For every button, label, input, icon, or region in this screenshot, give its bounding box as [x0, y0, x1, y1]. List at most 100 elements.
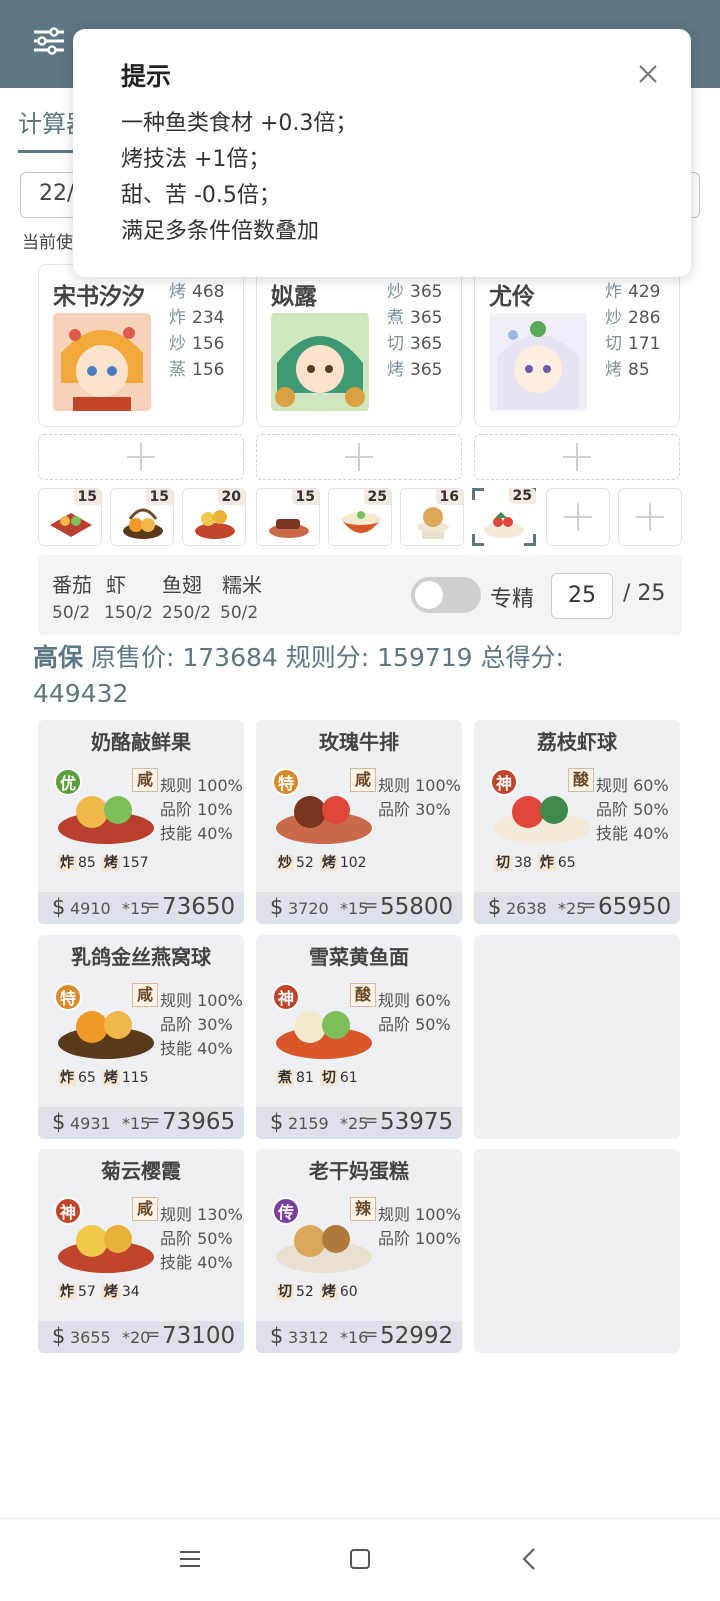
- recipe-taste-badge: 酸: [350, 983, 376, 1007]
- chef-portrait: [489, 313, 587, 411]
- specialize-label: 专精: [490, 587, 535, 612]
- dish-count: 15: [291, 489, 319, 505]
- recipe-card[interactable]: 荔枝虾球 神 酸 规则 60% 品阶 50% 技能 40% 切 38 炸 65 $ 263…: [474, 720, 680, 924]
- add-equipment-slot[interactable]: [256, 434, 462, 480]
- back-icon[interactable]: [516, 1545, 544, 1573]
- recipe-rule: 规则 60%: [378, 991, 451, 1010]
- recipe-name: 荔枝虾球: [537, 730, 617, 754]
- filter-settings-icon[interactable]: [32, 26, 66, 56]
- close-icon[interactable]: [637, 63, 659, 85]
- empty-recipe-slot[interactable]: [474, 935, 680, 1139]
- add-dish-slot[interactable]: [546, 488, 610, 546]
- recipe-total: 53975: [380, 1109, 454, 1135]
- recipe-rule: 技能 40%: [160, 1253, 233, 1272]
- chef-card[interactable]: 尤伶 炸 429 炒 286 切 171 烤 85: [474, 264, 680, 427]
- dish-slot[interactable]: 15: [256, 488, 320, 546]
- recipe-price: 3720: [288, 899, 329, 918]
- dish-count: 25: [508, 488, 536, 504]
- chef-skill: 炸 429: [605, 282, 661, 302]
- dish-slot[interactable]: 25: [328, 488, 392, 546]
- recipe-card[interactable]: 乳鸽金丝燕窝球 特 咸 规则 100% 品阶 30% 技能 40% 炸 65 烤 115 …: [38, 935, 244, 1139]
- recipe-skill-tag: 切 52: [276, 1284, 314, 1300]
- recipe-name: 玫瑰牛排: [319, 730, 399, 754]
- dish-icon: [50, 513, 92, 537]
- recipe-grade-badge: 神: [490, 768, 518, 796]
- recipe-card[interactable]: 玫瑰牛排 特 咸 规则 100% 品阶 30% 炒 52 烤 102 $ 3720 *1…: [256, 720, 462, 924]
- chef-name: 尤伶: [489, 284, 535, 310]
- home-icon[interactable]: [346, 1545, 374, 1573]
- popup-line: 烤技法 +1倍；: [121, 147, 271, 172]
- recipe-price-row: $ 3720 *15 = 55800: [256, 892, 462, 924]
- dish-icon: [269, 519, 309, 538]
- chef-skill: 蒸 156: [169, 360, 225, 380]
- dish-count: 20: [217, 489, 245, 505]
- add-dish-slot[interactable]: [618, 488, 682, 546]
- ingredient-value: 50/2: [52, 603, 91, 623]
- recipe-taste-badge: 辣: [350, 1197, 376, 1221]
- ingredient-name: 鱼翅: [162, 573, 202, 597]
- dish-slot[interactable]: 15: [38, 488, 102, 546]
- chef-skill: 烤 85: [605, 360, 650, 380]
- guarantee-tag: 高保: [33, 643, 84, 672]
- recipe-total: 52992: [380, 1323, 454, 1349]
- add-equipment-slot[interactable]: [38, 434, 244, 480]
- recipe-grade-badge: 传: [272, 1197, 300, 1225]
- recipe-price-row: $ 3655 *20 = 73100: [38, 1321, 244, 1353]
- chef-skill: 切 365: [387, 334, 443, 354]
- dish-slot[interactable]: 16: [400, 488, 464, 546]
- recipe-card[interactable]: 菊云樱霞 神 咸 规则 130% 品阶 50% 技能 40% 炸 57 烤 34 $ 36…: [38, 1149, 244, 1353]
- chef-skill: 炸 234: [169, 308, 225, 328]
- dish-slot[interactable]: 20: [182, 488, 246, 546]
- recipe-rule: 技能 40%: [160, 1039, 233, 1058]
- chef-skill: 烤 365: [387, 360, 443, 380]
- dish-icon: [195, 510, 235, 539]
- recipe-grade-badge: 优: [54, 768, 82, 796]
- add-equipment-slot[interactable]: [474, 434, 680, 480]
- recipe-price-row: $ 4910 *15 = 73650: [38, 892, 244, 924]
- recipe-card[interactable]: 雪菜黄鱼面 神 酸 规则 60% 品阶 50% 煮 81 切 61 $ 2159 *25…: [256, 935, 462, 1139]
- dish-count: 15: [73, 489, 101, 505]
- dish-icon: [341, 511, 381, 533]
- dish-slot[interactable]: 15: [110, 488, 174, 546]
- recipe-total: 73650: [162, 894, 236, 920]
- recipe-price: 2159: [288, 1114, 329, 1133]
- chef-skill: 烤 468: [169, 282, 225, 302]
- specialize-input[interactable]: 25: [551, 573, 613, 619]
- chef-skill: 炒 286: [605, 308, 661, 328]
- recipe-card[interactable]: 奶酪敲鲜果 优 咸 规则 100% 品阶 10% 技能 40% 炸 85 烤 157 $ …: [38, 720, 244, 924]
- recipe-rule: 规则 100%: [378, 1205, 461, 1224]
- recipe-skill-tag: 炸 65: [58, 1070, 96, 1086]
- chef-portrait: [53, 313, 151, 411]
- recipe-skill-tag: 炸 57: [58, 1284, 96, 1300]
- ingredient-value: 250/2: [162, 603, 211, 623]
- empty-recipe-slot[interactable]: [474, 1149, 680, 1353]
- recipe-rule: 品阶 50%: [378, 1015, 451, 1034]
- dish-slot-selected[interactable]: 25: [472, 488, 536, 546]
- ingredient-value: 50/2: [220, 603, 259, 623]
- chef-skill: 煮 365: [387, 308, 443, 328]
- chef-card[interactable]: 宋书汐汐 烤 468 炸 234 炒 156 蒸 156: [38, 264, 244, 427]
- chef-name: 宋书汐汐: [53, 284, 145, 310]
- menu-icon[interactable]: [176, 1545, 204, 1573]
- recipe-card[interactable]: 老干妈蛋糕 传 辣 规则 100% 品阶 100% 切 52 烤 60 $ 3312 *…: [256, 1149, 462, 1353]
- chef-card[interactable]: 姒露 炒 365 煮 365 切 365 烤 365: [256, 264, 462, 427]
- recipe-rule: 品阶 30%: [160, 1015, 233, 1034]
- recipe-price: 4910: [70, 899, 111, 918]
- recipe-name: 菊云樱霞: [101, 1159, 181, 1183]
- dish-icon: [417, 507, 449, 539]
- recipe-name: 老干妈蛋糕: [309, 1159, 409, 1183]
- specialize-toggle[interactable]: [411, 577, 481, 613]
- plus-icon: [564, 503, 592, 531]
- chef-skill: 炒 156: [169, 334, 225, 354]
- equals-sign: =: [582, 896, 597, 916]
- score-summary: 高保 原售价: 173684 规则分: 159719 总得分: 449432: [33, 643, 564, 708]
- recipe-rule: 品阶 100%: [378, 1229, 461, 1248]
- recipe-name: 乳鸽金丝燕窝球: [71, 945, 211, 969]
- recipe-price-row: $ 2159 *25 = 53975: [256, 1107, 462, 1139]
- recipe-rule: 品阶 10%: [160, 800, 233, 819]
- specialize-max: / 25: [623, 581, 666, 606]
- plus-icon: [636, 503, 664, 531]
- recipe-total: 65950: [598, 894, 672, 920]
- currency-symbol: $: [270, 1324, 284, 1348]
- recipe-price: 2638: [506, 899, 547, 918]
